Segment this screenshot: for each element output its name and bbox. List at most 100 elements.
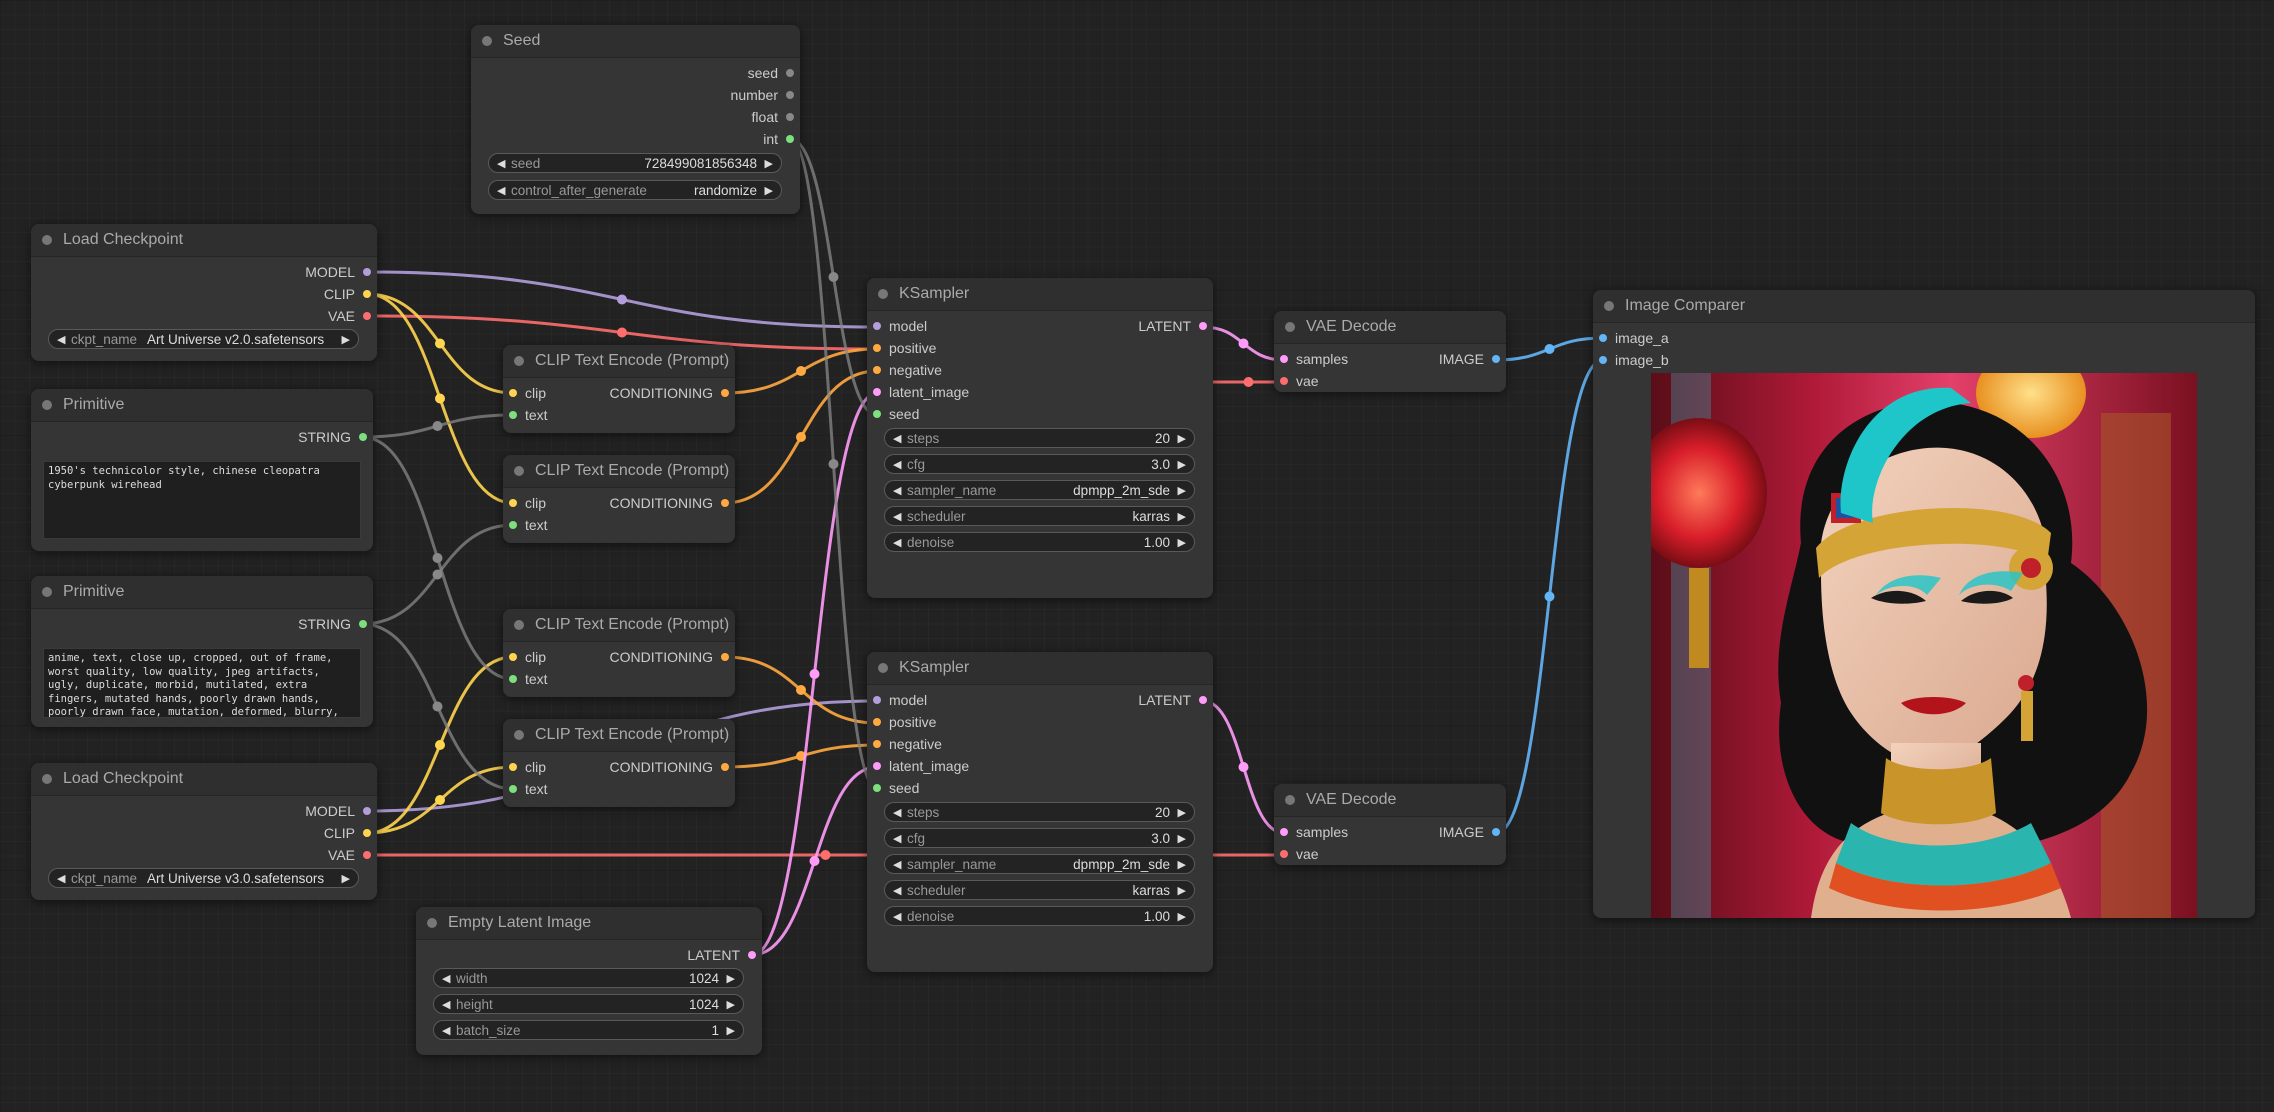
socket-dot-icon[interactable]: [509, 653, 517, 661]
collapse-dot-icon[interactable]: [42, 774, 52, 784]
link-midpoint-dot[interactable]: [796, 432, 806, 442]
socket-dot-icon[interactable]: [873, 784, 881, 792]
socket-dot-icon[interactable]: [873, 344, 881, 352]
decrement-arrow-icon[interactable]: ◀: [893, 881, 901, 901]
socket-dot-icon[interactable]: [786, 91, 794, 99]
width-widget[interactable]: ◀ width 1024 ▶: [433, 968, 744, 988]
output-model[interactable]: MODEL: [305, 802, 377, 820]
link-midpoint-dot[interactable]: [1243, 377, 1254, 387]
input-samples[interactable]: samples: [1274, 350, 1348, 368]
socket-dot-icon[interactable]: [363, 268, 371, 276]
output-latent[interactable]: LATENT: [687, 946, 762, 964]
collapse-dot-icon[interactable]: [878, 289, 888, 299]
node-title-load-checkpoint[interactable]: Load Checkpoint: [31, 763, 377, 796]
decrement-arrow-icon[interactable]: ◀: [893, 481, 901, 501]
height-widget[interactable]: ◀ height 1024 ▶: [433, 994, 744, 1014]
socket-dot-icon[interactable]: [359, 433, 367, 441]
decrement-arrow-icon[interactable]: ◀: [893, 829, 901, 849]
decrement-arrow-icon[interactable]: ◀: [893, 533, 901, 553]
control-after-generate-widget[interactable]: ◀ control_after_generate randomize ▶: [488, 180, 782, 200]
increment-arrow-icon[interactable]: ▶: [1178, 881, 1186, 901]
decrement-arrow-icon[interactable]: ◀: [57, 330, 65, 350]
socket-dot-icon[interactable]: [786, 135, 794, 143]
link-midpoint-dot[interactable]: [796, 751, 806, 761]
decrement-arrow-icon[interactable]: ◀: [893, 907, 901, 927]
socket-dot-icon[interactable]: [873, 410, 881, 418]
empty-latent-image-node[interactable]: Empty Latent Image LATENT ◀ width 1024 ▶ ◀ h…: [416, 907, 762, 1055]
input-text[interactable]: text: [503, 516, 548, 534]
link-midpoint-dot[interactable]: [1238, 762, 1249, 772]
primitive-node-1[interactable]: Primitive STRING 1950's technicolor styl…: [31, 389, 373, 551]
socket-dot-icon[interactable]: [721, 763, 729, 771]
output-latent[interactable]: LATENT: [1138, 691, 1213, 709]
input-latent-image[interactable]: latent_image: [867, 383, 969, 401]
node-title-primitive[interactable]: Primitive: [31, 576, 373, 609]
socket-dot-icon[interactable]: [509, 499, 517, 507]
sampler-name-widget[interactable]: ◀ sampler_name dpmpp_2m_sde ▶: [884, 480, 1195, 500]
output-conditioning[interactable]: CONDITIONING: [610, 384, 735, 402]
collapse-dot-icon[interactable]: [878, 663, 888, 673]
socket-dot-icon[interactable]: [509, 389, 517, 397]
socket-dot-icon[interactable]: [363, 807, 371, 815]
socket-dot-icon[interactable]: [363, 851, 371, 859]
increment-arrow-icon[interactable]: ▶: [1178, 855, 1186, 875]
link-midpoint-dot[interactable]: [1544, 344, 1555, 354]
node-title-clip-text-encode[interactable]: CLIP Text Encode (Prompt): [503, 455, 735, 488]
decrement-arrow-icon[interactable]: ◀: [893, 803, 901, 823]
socket-dot-icon[interactable]: [873, 718, 881, 726]
output-conditioning[interactable]: CONDITIONING: [610, 648, 735, 666]
socket-dot-icon[interactable]: [1599, 356, 1607, 364]
input-clip[interactable]: clip: [503, 494, 546, 512]
ksampler-node-1[interactable]: KSampler model positive negative latent_…: [867, 278, 1213, 598]
input-text[interactable]: text: [503, 406, 548, 424]
denoise-widget[interactable]: ◀ denoise 1.00 ▶: [884, 532, 1195, 552]
socket-dot-icon[interactable]: [363, 312, 371, 320]
output-model[interactable]: MODEL: [305, 263, 377, 281]
output-seed[interactable]: seed: [748, 64, 800, 82]
input-text[interactable]: text: [503, 670, 548, 688]
collapse-dot-icon[interactable]: [514, 620, 524, 630]
cfg-widget[interactable]: ◀ cfg 3.0 ▶: [884, 454, 1195, 474]
link-midpoint-dot[interactable]: [828, 459, 839, 469]
negative-prompt-textarea[interactable]: anime, text, close up, cropped, out of f…: [43, 648, 361, 718]
socket-dot-icon[interactable]: [873, 366, 881, 374]
increment-arrow-icon[interactable]: ▶: [342, 330, 350, 350]
input-model[interactable]: model: [867, 691, 927, 709]
collapse-dot-icon[interactable]: [514, 730, 524, 740]
socket-dot-icon[interactable]: [509, 785, 517, 793]
collapse-dot-icon[interactable]: [514, 466, 524, 476]
input-negative[interactable]: negative: [867, 361, 942, 379]
input-negative[interactable]: negative: [867, 735, 942, 753]
socket-dot-icon[interactable]: [1492, 355, 1500, 363]
increment-arrow-icon[interactable]: ▶: [1178, 507, 1186, 527]
socket-dot-icon[interactable]: [509, 763, 517, 771]
denoise-widget[interactable]: ◀ denoise 1.00 ▶: [884, 906, 1195, 926]
increment-arrow-icon[interactable]: ▶: [1178, 533, 1186, 553]
ckpt-name-widget[interactable]: ◀ ckpt_name Art Universe v2.0.safetensors ▶: [48, 329, 359, 349]
socket-dot-icon[interactable]: [873, 322, 881, 330]
socket-dot-icon[interactable]: [873, 762, 881, 770]
collapse-dot-icon[interactable]: [427, 918, 437, 928]
vae-decode-node-1[interactable]: VAE Decode samples vae IMAGE: [1274, 311, 1506, 392]
input-vae[interactable]: vae: [1274, 372, 1319, 390]
input-latent-image[interactable]: latent_image: [867, 757, 969, 775]
socket-dot-icon[interactable]: [359, 620, 367, 628]
scheduler-widget[interactable]: ◀ scheduler karras ▶: [884, 880, 1195, 900]
collapse-dot-icon[interactable]: [514, 356, 524, 366]
decrement-arrow-icon[interactable]: ◀: [57, 869, 65, 889]
output-float[interactable]: float: [752, 108, 800, 126]
output-image[interactable]: IMAGE: [1439, 823, 1506, 841]
socket-dot-icon[interactable]: [1599, 334, 1607, 342]
collapse-dot-icon[interactable]: [1604, 301, 1614, 311]
increment-arrow-icon[interactable]: ▶: [1178, 481, 1186, 501]
increment-arrow-icon[interactable]: ▶: [1178, 429, 1186, 449]
node-title-image-comparer[interactable]: Image Comparer: [1593, 290, 2255, 323]
link-midpoint-dot[interactable]: [809, 856, 820, 866]
increment-arrow-icon[interactable]: ▶: [727, 995, 735, 1015]
socket-dot-icon[interactable]: [786, 69, 794, 77]
socket-dot-icon[interactable]: [873, 696, 881, 704]
steps-widget[interactable]: ◀ steps 20 ▶: [884, 428, 1195, 448]
decrement-arrow-icon[interactable]: ◀: [893, 455, 901, 475]
link-midpoint-dot[interactable]: [432, 701, 443, 712]
socket-dot-icon[interactable]: [363, 290, 371, 298]
